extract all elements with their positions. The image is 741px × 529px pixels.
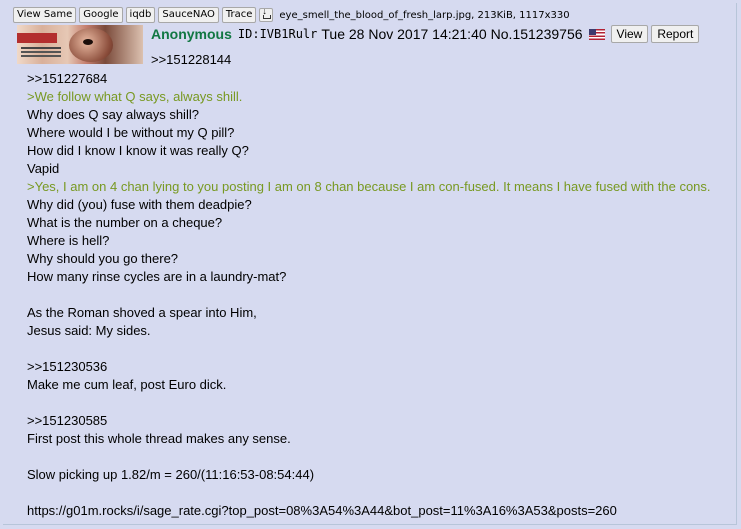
message-line — [27, 286, 727, 304]
message-line: Why does Q say always shill? — [27, 107, 199, 122]
iqdb-search-button[interactable]: iqdb — [125, 7, 156, 23]
file-info-bar: View Same Google iqdb SauceNAO Trace eye… — [13, 6, 570, 23]
post-number-link[interactable]: No.151239756 — [491, 26, 583, 42]
post-message: >>151227684 >We follow what Q says, alway… — [27, 70, 727, 520]
message-line: Where would I be without my Q pill? — [27, 125, 235, 140]
greentext-line: >We follow what Q says, always shill. — [27, 89, 243, 104]
view-button[interactable]: View — [610, 25, 649, 43]
message-line — [27, 394, 727, 412]
message-line — [27, 484, 727, 502]
message-line: How did I know I know it was really Q? — [27, 143, 249, 158]
message-line: Slow picking up 1.82/m = 260/(11:16:53-0… — [27, 467, 315, 482]
trace-search-button[interactable]: Trace — [221, 7, 257, 23]
thumbnail-banner — [17, 33, 57, 43]
message-line — [27, 448, 727, 466]
message-line[interactable]: >>151227684 — [27, 70, 727, 88]
message-line: How many rinse cycles are in a laundry-m… — [27, 269, 287, 284]
saucenao-search-button[interactable]: SauceNAO — [158, 7, 219, 23]
message-line — [27, 340, 727, 358]
message-line: Jesus said: My sides. — [27, 323, 151, 338]
message-line: Where is hell? — [27, 233, 110, 248]
thumbnail-eye — [83, 39, 93, 45]
poster-name: Anonymous — [151, 26, 232, 42]
greentext-line: >Yes, I am on 4 chan lying to you postin… — [27, 179, 711, 194]
report-button[interactable]: Report — [651, 25, 700, 43]
post-header: Anonymous ID:IVB1Rulr Tue 28 Nov 2017 14… — [151, 25, 700, 43]
thumbnail-text-lines — [21, 47, 61, 49]
message-line: As the Roman shoved a spear into Him, — [27, 305, 257, 320]
thumbnail-face — [69, 28, 113, 62]
message-line: Why did (you) fuse with them deadpie? — [27, 197, 252, 212]
view-same-button[interactable]: View Same — [13, 7, 77, 23]
message-line: First post this whole thread makes any s… — [27, 431, 291, 446]
post-datetime: Tue 28 Nov 2017 14:21:40 — [321, 26, 487, 42]
message-line[interactable]: >>151230585 — [27, 412, 727, 430]
backlink[interactable]: >>151228144 — [151, 52, 231, 67]
us-flag-icon — [588, 28, 605, 40]
download-icon[interactable] — [259, 6, 274, 22]
file-name-link[interactable]: eye_smell_the_blood_of_fresh_larp.jpg, 2… — [279, 10, 569, 21]
message-line: Vapid — [27, 161, 60, 176]
message-line[interactable]: https://g01m.rocks/i/sage_rate.cgi?top_p… — [27, 502, 727, 520]
message-line: What is the number on a cheque? — [27, 215, 223, 230]
message-line: Make me cum leaf, post Euro dick. — [27, 377, 227, 392]
message-line: Why should you go there? — [27, 251, 179, 266]
google-search-button[interactable]: Google — [79, 7, 123, 23]
poster-id[interactable]: ID:IVB1Rulr — [238, 27, 317, 41]
message-line[interactable]: >>151230536 — [27, 358, 727, 376]
post-thumbnail-image[interactable] — [17, 25, 143, 64]
